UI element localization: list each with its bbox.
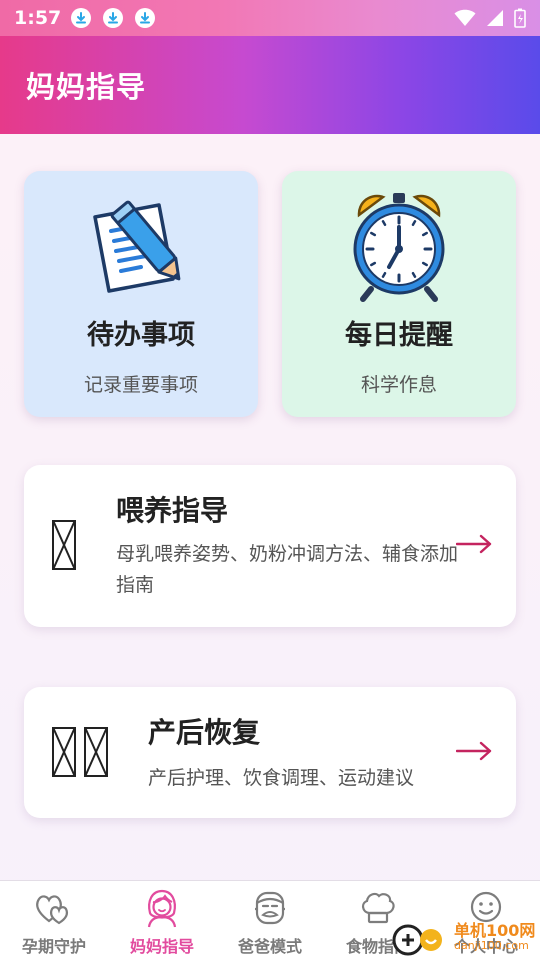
daily-reminder-card[interactable]: 每日提醒 科学作息 — [282, 171, 516, 417]
reminder-subtitle: 科学作息 — [360, 374, 437, 396]
todo-card[interactable]: 待办事项 记录重要事项 — [24, 171, 258, 417]
feeding-description: 母乳喂养姿势、奶粉冲调方法、辅食添加指南 — [116, 543, 459, 596]
alarm-clock-icon — [353, 193, 445, 302]
watermark: 单机100网 danji100.com — [392, 916, 540, 960]
todo-title: 待办事项 — [87, 320, 195, 351]
watermark-logo-icon — [392, 924, 442, 956]
app-bar: 妈妈指导 — [0, 36, 540, 134]
nav-item-pregnancy[interactable]: 孕期守护 — [0, 881, 108, 960]
postpartum-recovery-card[interactable]: 产后恢复 产后护理、饮食调理、运动建议 — [24, 687, 516, 818]
download-icon — [71, 8, 92, 28]
download-icon — [103, 8, 124, 28]
status-time: 1:57 — [14, 7, 62, 29]
recovery-description: 产后护理、饮食调理、运动建议 — [148, 767, 415, 789]
watermark-name: 单机100网 — [454, 921, 536, 940]
nav-label: 爸爸模式 — [237, 937, 302, 956]
missing-glyph-icon — [52, 520, 76, 570]
status-bar: 1:57 — [0, 0, 540, 36]
arrow-right-icon — [456, 741, 492, 761]
watermark-url: danji100.com — [454, 939, 529, 952]
nav-label: 孕期守护 — [21, 937, 86, 956]
feeding-title: 喂养指导 — [116, 494, 229, 527]
wifi-icon — [454, 9, 476, 26]
page-title: 妈妈指导 — [26, 70, 147, 104]
status-indicators — [454, 8, 526, 28]
battery-icon — [514, 8, 526, 28]
feeding-guide-card[interactable]: 喂养指导 母乳喂养姿势、奶粉冲调方法、辅食添加指南 — [24, 465, 516, 627]
missing-glyph-icon — [84, 727, 108, 777]
signal-icon — [487, 10, 503, 26]
father-icon — [255, 891, 285, 925]
notepad-pencil-icon — [93, 200, 181, 293]
mother-icon — [147, 889, 177, 928]
nav-item-father-mode[interactable]: 爸爸模式 — [216, 881, 324, 960]
reminder-title: 每日提醒 — [345, 320, 453, 351]
nav-label: 妈妈指导 — [129, 937, 194, 956]
missing-glyph-icon — [52, 727, 76, 777]
nav-item-mother-guide[interactable]: 妈妈指导 — [108, 881, 216, 960]
arrow-right-icon — [456, 534, 492, 554]
download-icon — [135, 8, 156, 28]
recovery-title: 产后恢复 — [148, 716, 261, 749]
hearts-icon — [36, 895, 68, 925]
todo-subtitle: 记录重要事项 — [83, 374, 198, 396]
